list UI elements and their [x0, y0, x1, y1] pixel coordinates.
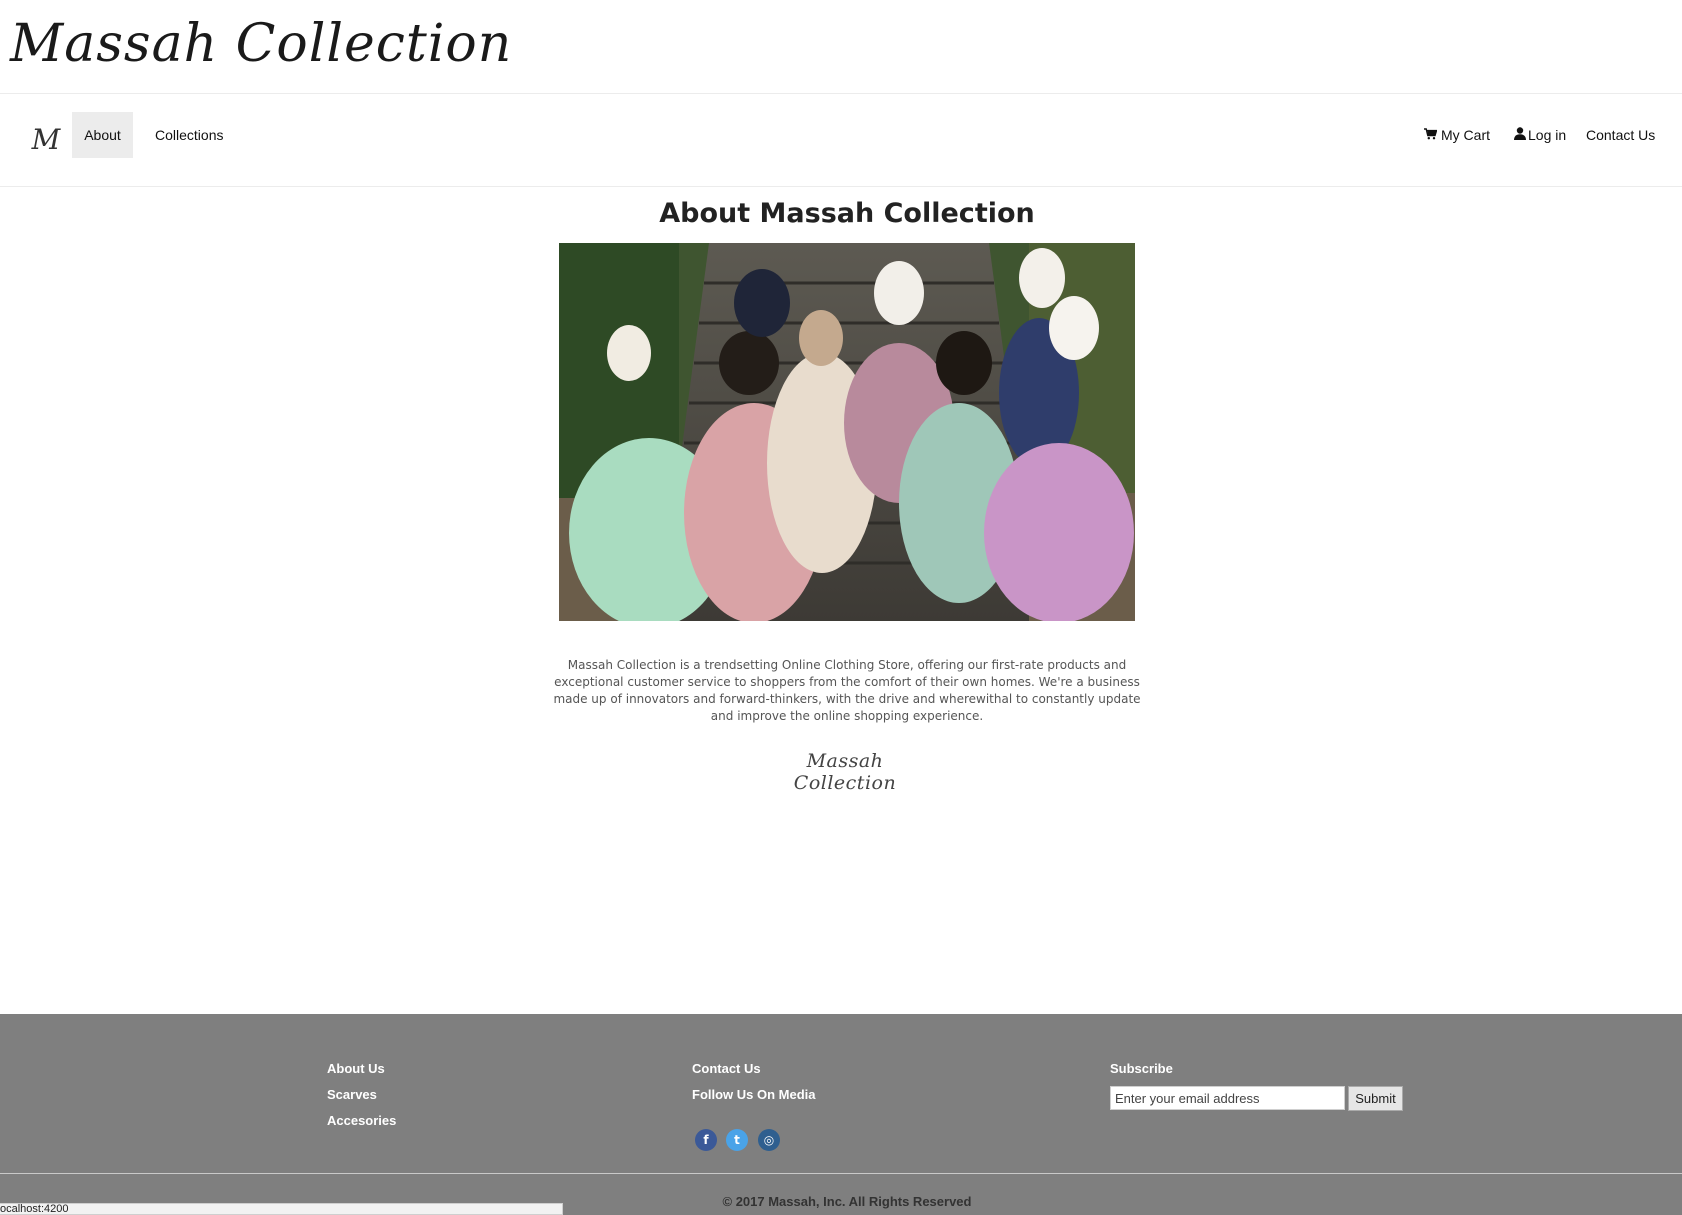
footer-contact-us[interactable]: Contact Us: [692, 1061, 761, 1076]
nav-about[interactable]: About: [72, 112, 133, 158]
about-description: Massah Collection is a trendsetting Onli…: [553, 658, 1141, 723]
user-icon: [1514, 112, 1526, 158]
footer-follow-heading: Follow Us On Media: [692, 1087, 816, 1102]
browser-status-bar: ocalhost:4200: [0, 1203, 563, 1215]
nav-login[interactable]: Log in: [1500, 112, 1580, 158]
facebook-icon[interactable]: f: [695, 1129, 717, 1151]
page-title: About Massah Collection: [659, 198, 1035, 229]
footer: About Us Scarves Accesories Contact Us F…: [0, 1014, 1682, 1215]
nav-collections[interactable]: Collections: [141, 112, 237, 158]
cart-icon: [1424, 112, 1438, 158]
main-navbar: M About Collections My Cart Log in Conta…: [0, 94, 1682, 187]
hero-group-photo: [559, 243, 1135, 621]
twitter-icon[interactable]: t: [726, 1129, 748, 1151]
footer-subscribe-heading: Subscribe: [1110, 1061, 1173, 1076]
footer-accessories[interactable]: Accesories: [327, 1113, 396, 1128]
nav-login-label: Log in: [1528, 127, 1567, 143]
monogram-logo[interactable]: M: [28, 120, 64, 160]
nav-my-cart[interactable]: My Cart: [1410, 112, 1504, 158]
brand-header: Massah Collection: [0, 0, 1682, 94]
instagram-icon[interactable]: ◎: [758, 1129, 780, 1151]
subscribe-submit-button[interactable]: Submit: [1348, 1086, 1403, 1111]
footer-about-us[interactable]: About Us: [327, 1061, 385, 1076]
footer-scarves[interactable]: Scarves: [327, 1087, 377, 1102]
nav-contact-us[interactable]: Contact Us: [1572, 112, 1669, 158]
footer-divider: [0, 1173, 1682, 1174]
signature-logo: Massah Collection: [793, 750, 897, 794]
brand-logo[interactable]: Massah Collection: [10, 6, 512, 82]
nav-my-cart-label: My Cart: [1441, 127, 1490, 143]
subscribe-email-input[interactable]: [1110, 1086, 1345, 1110]
